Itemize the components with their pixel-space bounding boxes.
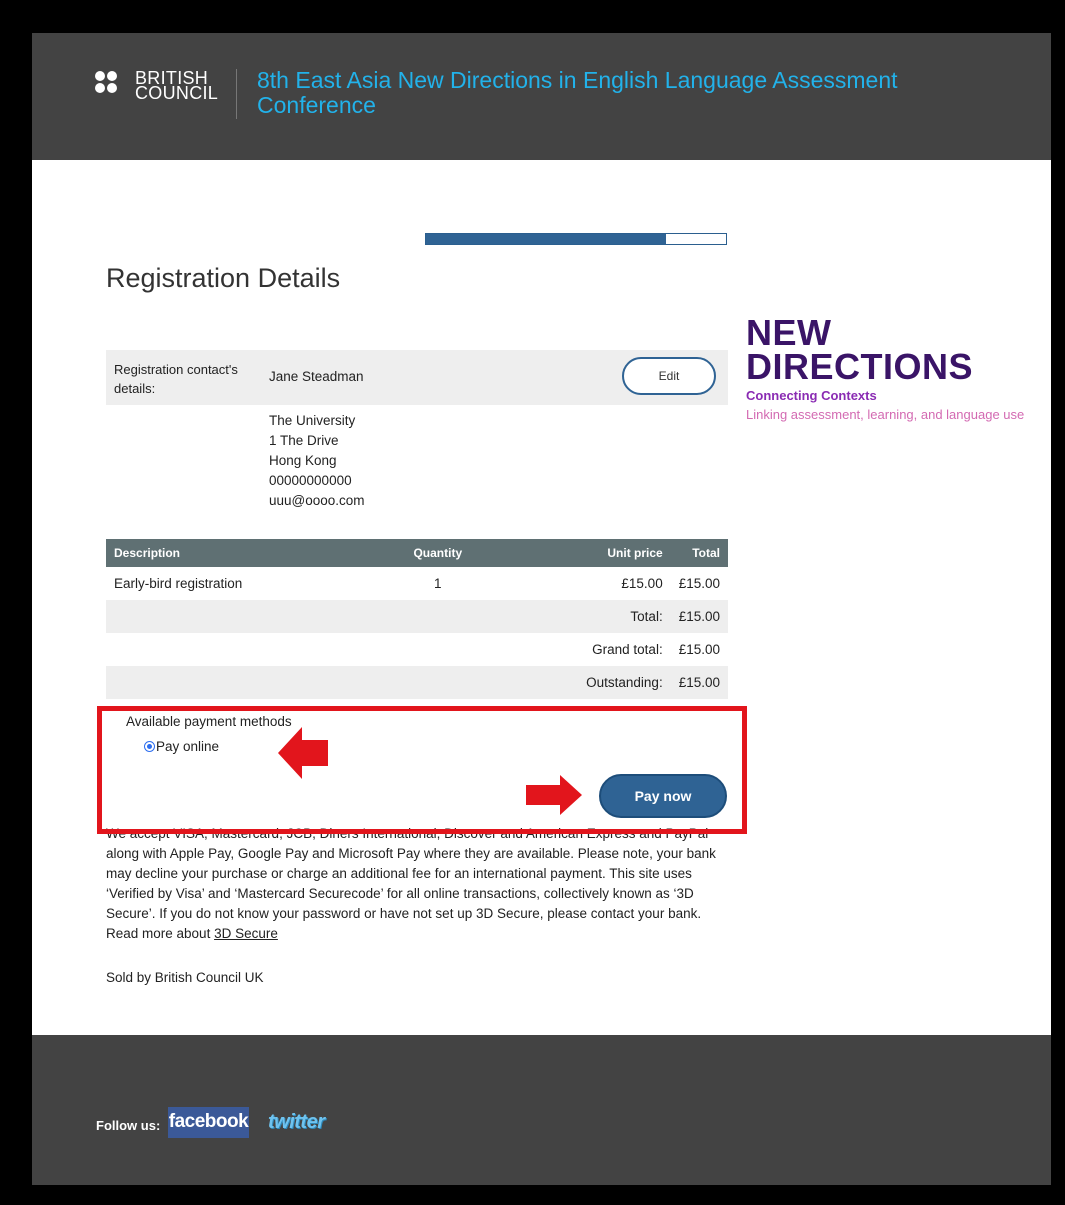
- page-title: Registration Details: [106, 263, 341, 293]
- page: BRITISH COUNCIL 8th East Asia New Directi…: [32, 33, 1051, 1185]
- item-quantity: 1: [434, 576, 442, 591]
- logo-dot-icon: [95, 83, 105, 93]
- brand-tagline: Linking assessment, learning, and langua…: [746, 407, 1025, 422]
- summary-label: Grand total:: [592, 642, 663, 657]
- progress-bar: [425, 233, 727, 245]
- contact-address: The University 1 The Drive Hong Kong 000…: [269, 411, 365, 511]
- contact-name: Jane Steadman: [269, 369, 364, 384]
- brand-line-2: DIRECTIONS: [746, 346, 974, 387]
- sold-by: Sold by British Council UK: [106, 970, 264, 985]
- order-table: Description Quantity Unit price Total Ea…: [106, 539, 728, 699]
- col-quantity: Quantity: [370, 539, 506, 567]
- col-total: Total: [670, 539, 728, 567]
- item-unit-price: £15.00: [621, 576, 663, 591]
- header-divider: [236, 69, 237, 119]
- summary-label: Outstanding:: [505, 666, 671, 699]
- col-unit-price: Unit price: [505, 539, 671, 567]
- summary-row-grand-total: Grand total: £15.00: [106, 633, 728, 666]
- table-header-row: Description Quantity Unit price Total: [106, 539, 728, 567]
- progress-fill: [426, 234, 666, 244]
- new-directions-logo: NEW DIRECTIONS Connecting Contexts Linki…: [746, 312, 1051, 423]
- summary-value: £15.00: [670, 666, 728, 699]
- 3d-secure-link[interactable]: 3D Secure: [214, 926, 278, 941]
- contact-details-row: Registration contact's details: Jane Ste…: [106, 350, 728, 405]
- facebook-link[interactable]: facebook: [168, 1107, 249, 1138]
- item-total: £15.00: [678, 576, 720, 591]
- logo-dot-icon: [107, 71, 117, 81]
- logo-dot-icon: [95, 71, 105, 81]
- logo-word: COUNCIL: [135, 83, 219, 103]
- item-description: Early-bird registration: [114, 576, 243, 591]
- address-phone: 00000000000: [269, 473, 352, 488]
- summary-row-outstanding: Outstanding: £15.00: [106, 666, 728, 699]
- address-line: The University: [269, 413, 356, 428]
- logo-text: BRITISH COUNCIL: [135, 69, 219, 103]
- arrow-right-icon: [526, 775, 582, 815]
- site-footer: Follow us: facebook twitter: [32, 1035, 1051, 1185]
- summary-value: £15.00: [678, 642, 720, 657]
- british-council-logo[interactable]: BRITISH COUNCIL: [95, 69, 225, 103]
- conference-title[interactable]: 8th East Asia New Directions in English …: [257, 68, 957, 118]
- disclaimer-text: We accept VISA, Mastercard, JCB, Diners …: [106, 826, 716, 941]
- brand-subtitle: Connecting Contexts: [746, 388, 877, 403]
- edit-button[interactable]: Edit: [622, 357, 716, 395]
- follow-us-label: Follow us:: [96, 1118, 161, 1133]
- logo-dot-icon: [107, 83, 117, 93]
- payment-disclaimer: We accept VISA, Mastercard, JCB, Diners …: [106, 824, 734, 944]
- address-line: Hong Kong: [269, 453, 337, 468]
- site-header: BRITISH COUNCIL 8th East Asia New Directi…: [32, 33, 1051, 160]
- arrow-left-icon: [278, 727, 328, 779]
- summary-row-total: Total: £15.00: [106, 600, 728, 633]
- address-email: uuu@oooo.com: [269, 493, 365, 508]
- summary-value: £15.00: [670, 600, 728, 633]
- address-line: 1 The Drive: [269, 433, 339, 448]
- highlight-box: [97, 706, 747, 834]
- twitter-link[interactable]: twitter: [268, 1111, 325, 1134]
- brand-line-1: NEW: [746, 312, 832, 353]
- summary-label: Total:: [505, 600, 671, 633]
- table-row: Early-bird registration 1 £15.00 £15.00: [106, 567, 728, 600]
- contact-label: Registration contact's details:: [114, 362, 238, 396]
- col-description: Description: [106, 539, 371, 567]
